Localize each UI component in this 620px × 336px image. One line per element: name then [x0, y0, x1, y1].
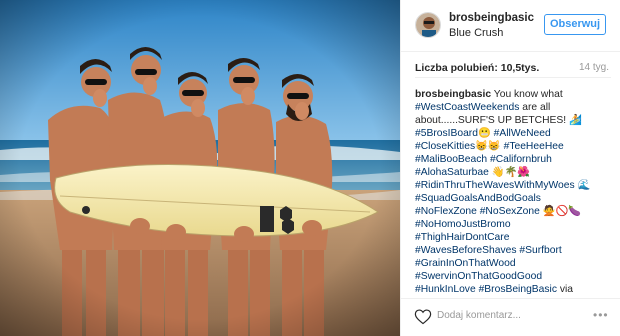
caption-text: 👋🌴🌺 — [488, 167, 531, 178]
hashtag-link[interactable]: #SwervinOnThatGoodGood — [415, 271, 542, 282]
more-options-icon[interactable]: ••• — [593, 308, 609, 322]
post-header: brosbeingbasic Blue Crush Obserwuj — [401, 0, 620, 52]
caption-text: about......SURF'S UP BETCHES! 🏄 — [415, 115, 582, 126]
post-side-panel: brosbeingbasic Blue Crush Obserwuj Liczb… — [400, 0, 620, 336]
hashtag-link[interactable]: #HunkInLove — [415, 284, 476, 294]
likes-row: Liczba polubień: 10,5tys. 14 tyg. — [415, 62, 611, 78]
caption-text: via — [556, 284, 574, 294]
hashtag-link[interactable]: #GrainInOnThatWood — [415, 258, 516, 269]
caption-text: 😬 — [477, 128, 494, 139]
username-link[interactable]: brosbeingbasic — [449, 12, 534, 24]
comment-bar: ••• — [401, 298, 620, 336]
post-photo[interactable] — [0, 0, 400, 336]
hashtag-link[interactable]: #MaliBooBeach — [415, 154, 487, 165]
hashtag-link[interactable]: #WestCoastWeekends — [415, 102, 519, 113]
caption-text: 🙅🚫🍆 — [539, 206, 582, 217]
comment-input[interactable] — [437, 310, 587, 321]
hashtag-link[interactable]: #NoSexZone — [480, 206, 540, 217]
likes-count[interactable]: Liczba polubień: 10,5tys. — [415, 62, 539, 74]
hashtag-link[interactable]: #ThighHairDontCare — [415, 232, 509, 243]
heart-icon[interactable] — [414, 309, 432, 325]
caption-text: 😸😸 — [475, 141, 504, 152]
beach-surfboard-photo — [0, 0, 400, 336]
location-link[interactable]: Blue Crush — [449, 27, 503, 39]
caption-body: You know what #WestCoastWeekends are all… — [415, 89, 590, 294]
avatar[interactable] — [415, 12, 441, 38]
hashtag-link[interactable]: #AllWeNeed — [494, 128, 551, 139]
hashtag-link[interactable]: #Surfbort — [519, 245, 561, 256]
caption-text: You know what — [493, 89, 563, 100]
hashtag-link[interactable]: #5BrosIBoard — [415, 128, 478, 139]
hashtag-link[interactable]: #NoHomoJustBromo — [415, 219, 511, 230]
post-timestamp[interactable]: 14 tyg. — [579, 62, 609, 73]
hashtag-link[interactable]: #NoFlexZone — [415, 206, 477, 217]
hashtag-link[interactable]: #Californbruh — [490, 154, 552, 165]
avatar-icon — [416, 13, 440, 37]
hashtag-link[interactable]: #TeeHeeHee — [504, 141, 564, 152]
caption-author[interactable]: brosbeingbasic — [415, 89, 491, 100]
hashtag-link[interactable]: #AlohaSaturbae — [415, 167, 489, 178]
hashtag-link[interactable]: #CloseKitties — [415, 141, 475, 152]
follow-button[interactable]: Obserwuj — [544, 14, 606, 35]
post-caption: brosbeingbasic You know what #WestCoastW… — [415, 88, 611, 294]
hashtag-link[interactable]: #SquadGoalsAndBodGoals — [415, 193, 541, 204]
hashtag-link[interactable]: #RidinThruTheWavesWithMyWoes — [415, 180, 575, 191]
hashtag-link[interactable]: #WavesBeforeShaves — [415, 245, 517, 256]
caption-text: are all — [519, 102, 551, 113]
caption-text: 🌊 — [574, 180, 591, 191]
hashtag-link[interactable]: #BrosBeingBasic — [479, 284, 557, 294]
